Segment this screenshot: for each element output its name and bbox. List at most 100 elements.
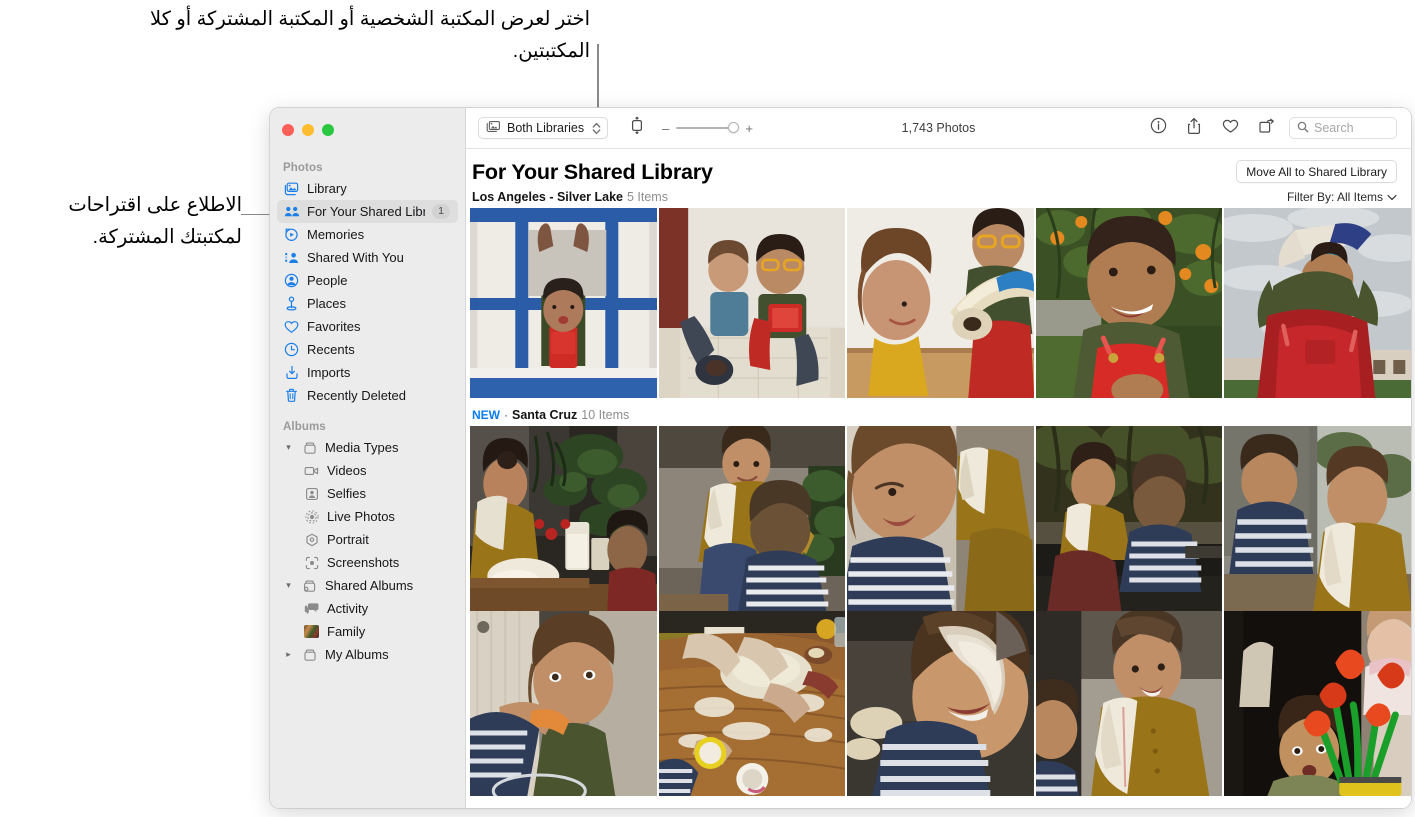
sidebar: Photos Library For Your Shared Library 1… xyxy=(270,108,466,808)
aspect-ratio-button[interactable] xyxy=(624,115,650,141)
section-header-1: Los Angeles - Silver Lake 5 Items Filter… xyxy=(466,185,1411,208)
photo-grid-section-2-row-1[interactable] xyxy=(466,426,1411,611)
sidebar-item-recently-deleted[interactable]: Recently Deleted xyxy=(277,384,458,407)
library-icon xyxy=(283,180,300,197)
photo-grid-scroll-area[interactable]: For Your Shared Library Move All to Shar… xyxy=(466,148,1411,808)
library-selector-label: Both Libraries xyxy=(507,121,585,135)
zoom-slider-knob[interactable] xyxy=(728,122,740,133)
photo-thumbnail[interactable] xyxy=(847,208,1034,398)
heart-icon xyxy=(1222,118,1239,139)
zoom-out-label[interactable]: – xyxy=(662,121,669,136)
selfie-icon xyxy=(303,485,320,502)
folder-icon xyxy=(301,646,318,663)
photo-thumbnail[interactable] xyxy=(470,208,657,398)
photo-thumbnail[interactable] xyxy=(470,611,657,796)
minimize-button[interactable] xyxy=(302,124,314,136)
rotate-button[interactable] xyxy=(1253,115,1279,141)
photo-thumbnail[interactable] xyxy=(1035,208,1223,398)
search-field[interactable]: Search xyxy=(1289,117,1397,139)
photo-stack-icon xyxy=(486,120,501,136)
sidebar-item-shared-albums[interactable]: ▾ Shared Albums xyxy=(277,574,458,597)
photo-thumbnail[interactable] xyxy=(1224,426,1411,611)
sidebar-item-label: Live Photos xyxy=(327,509,395,524)
sidebar-item-label: Family xyxy=(327,624,366,639)
sidebar-item-my-albums[interactable]: ▸ My Albums xyxy=(277,643,458,666)
library-selector[interactable]: Both Libraries xyxy=(478,117,609,139)
move-all-to-shared-library-button[interactable]: Move All to Shared Library xyxy=(1236,160,1397,183)
activity-icon xyxy=(303,600,320,617)
sidebar-item-videos[interactable]: Videos xyxy=(277,459,458,482)
photo-thumbnail[interactable] xyxy=(658,611,846,796)
sidebar-item-for-your-shared-library[interactable]: For Your Shared Library 1 xyxy=(277,200,458,223)
search-icon xyxy=(1297,121,1309,136)
sidebar-item-live-photos[interactable]: Live Photos xyxy=(277,505,458,528)
photo-thumbnail[interactable] xyxy=(1035,426,1223,611)
zoom-slider-group[interactable]: – + xyxy=(662,121,753,136)
share-button[interactable] xyxy=(1181,115,1207,141)
people-icon xyxy=(283,272,300,289)
window-traffic-lights xyxy=(270,114,465,136)
photo-thumbnail[interactable] xyxy=(1224,208,1411,398)
rotate-icon xyxy=(1258,117,1275,139)
sidebar-item-favorites[interactable]: Favorites xyxy=(277,315,458,338)
filter-by-control[interactable]: Filter By: All Items xyxy=(1287,190,1397,204)
sidebar-item-label: Portrait xyxy=(327,532,369,547)
info-button[interactable] xyxy=(1145,115,1171,141)
sidebar-item-selfies[interactable]: Selfies xyxy=(277,482,458,505)
info-icon xyxy=(1150,117,1167,139)
sidebar-item-label: Shared Albums xyxy=(325,578,414,593)
portrait-icon xyxy=(303,531,320,548)
sidebar-item-places[interactable]: Places xyxy=(277,292,458,315)
photo-grid-section-1[interactable] xyxy=(466,208,1411,398)
sidebar-item-portrait[interactable]: Portrait xyxy=(277,528,458,551)
close-button[interactable] xyxy=(282,124,294,136)
photo-thumbnail[interactable] xyxy=(658,426,846,611)
sidebar-item-media-types[interactable]: ▾ Media Types xyxy=(277,436,458,459)
zoom-slider-track[interactable] xyxy=(676,122,740,133)
photo-grid-section-2-row-2[interactable] xyxy=(466,611,1411,796)
chevron-down-icon xyxy=(1387,190,1397,204)
favorite-button[interactable] xyxy=(1217,115,1243,141)
sidebar-item-label: Places xyxy=(307,296,347,311)
page-header: For Your Shared Library Move All to Shar… xyxy=(466,149,1411,185)
chevron-down-icon[interactable]: ▾ xyxy=(283,442,294,453)
annotation-shared-library-suggestions: الاطلاع على اقتراحات لمكتبتك المشتركة. xyxy=(68,194,242,248)
live-photo-icon xyxy=(303,508,320,525)
section-title-group: Los Angeles - Silver Lake 5 Items xyxy=(472,190,668,204)
trash-icon xyxy=(283,387,300,404)
sidebar-item-label: People xyxy=(307,273,348,288)
sidebar-item-label: Library xyxy=(307,181,347,196)
search-input[interactable]: Search xyxy=(1314,121,1354,135)
places-icon xyxy=(283,295,300,312)
photo-thumbnail[interactable] xyxy=(1224,611,1411,796)
folder-icon xyxy=(301,439,318,456)
zoom-in-label[interactable]: + xyxy=(745,121,753,136)
section-header-2: NEW · Santa Cruz 10 Items xyxy=(466,408,1411,426)
sidebar-item-library[interactable]: Library xyxy=(277,177,458,200)
section-item-count: 10 Items xyxy=(581,408,630,422)
clock-icon xyxy=(283,341,300,358)
chevron-updown-icon[interactable] xyxy=(592,122,601,135)
sidebar-item-label: Imports xyxy=(307,365,351,380)
sidebar-item-screenshots[interactable]: Screenshots xyxy=(277,551,458,574)
sidebar-item-imports[interactable]: Imports xyxy=(277,361,458,384)
photo-thumbnail[interactable] xyxy=(658,208,846,398)
sidebar-item-people[interactable]: People xyxy=(277,269,458,292)
aspect-ratio-icon xyxy=(628,116,646,140)
shared-folder-icon xyxy=(301,577,318,594)
chevron-down-icon[interactable]: ▾ xyxy=(283,580,294,591)
photo-thumbnail[interactable] xyxy=(847,611,1034,796)
sidebar-item-shared-with-you[interactable]: Shared With You xyxy=(277,246,458,269)
chevron-right-icon[interactable]: ▸ xyxy=(283,649,294,660)
sidebar-item-memories[interactable]: Memories xyxy=(277,223,458,246)
toolbar: Both Libraries – + 1,743 Photos Search xyxy=(466,108,1411,148)
sidebar-item-label: Recents xyxy=(307,342,355,357)
photo-thumbnail[interactable] xyxy=(470,426,657,611)
photo-thumbnail[interactable] xyxy=(1035,611,1223,796)
sidebar-item-recents[interactable]: Recents xyxy=(277,338,458,361)
sidebar-item-label: Memories xyxy=(307,227,365,242)
zoom-button[interactable] xyxy=(322,124,334,136)
sidebar-item-activity[interactable]: Activity xyxy=(277,597,458,620)
sidebar-item-family[interactable]: Family xyxy=(277,620,458,643)
photo-thumbnail[interactable] xyxy=(847,426,1034,611)
